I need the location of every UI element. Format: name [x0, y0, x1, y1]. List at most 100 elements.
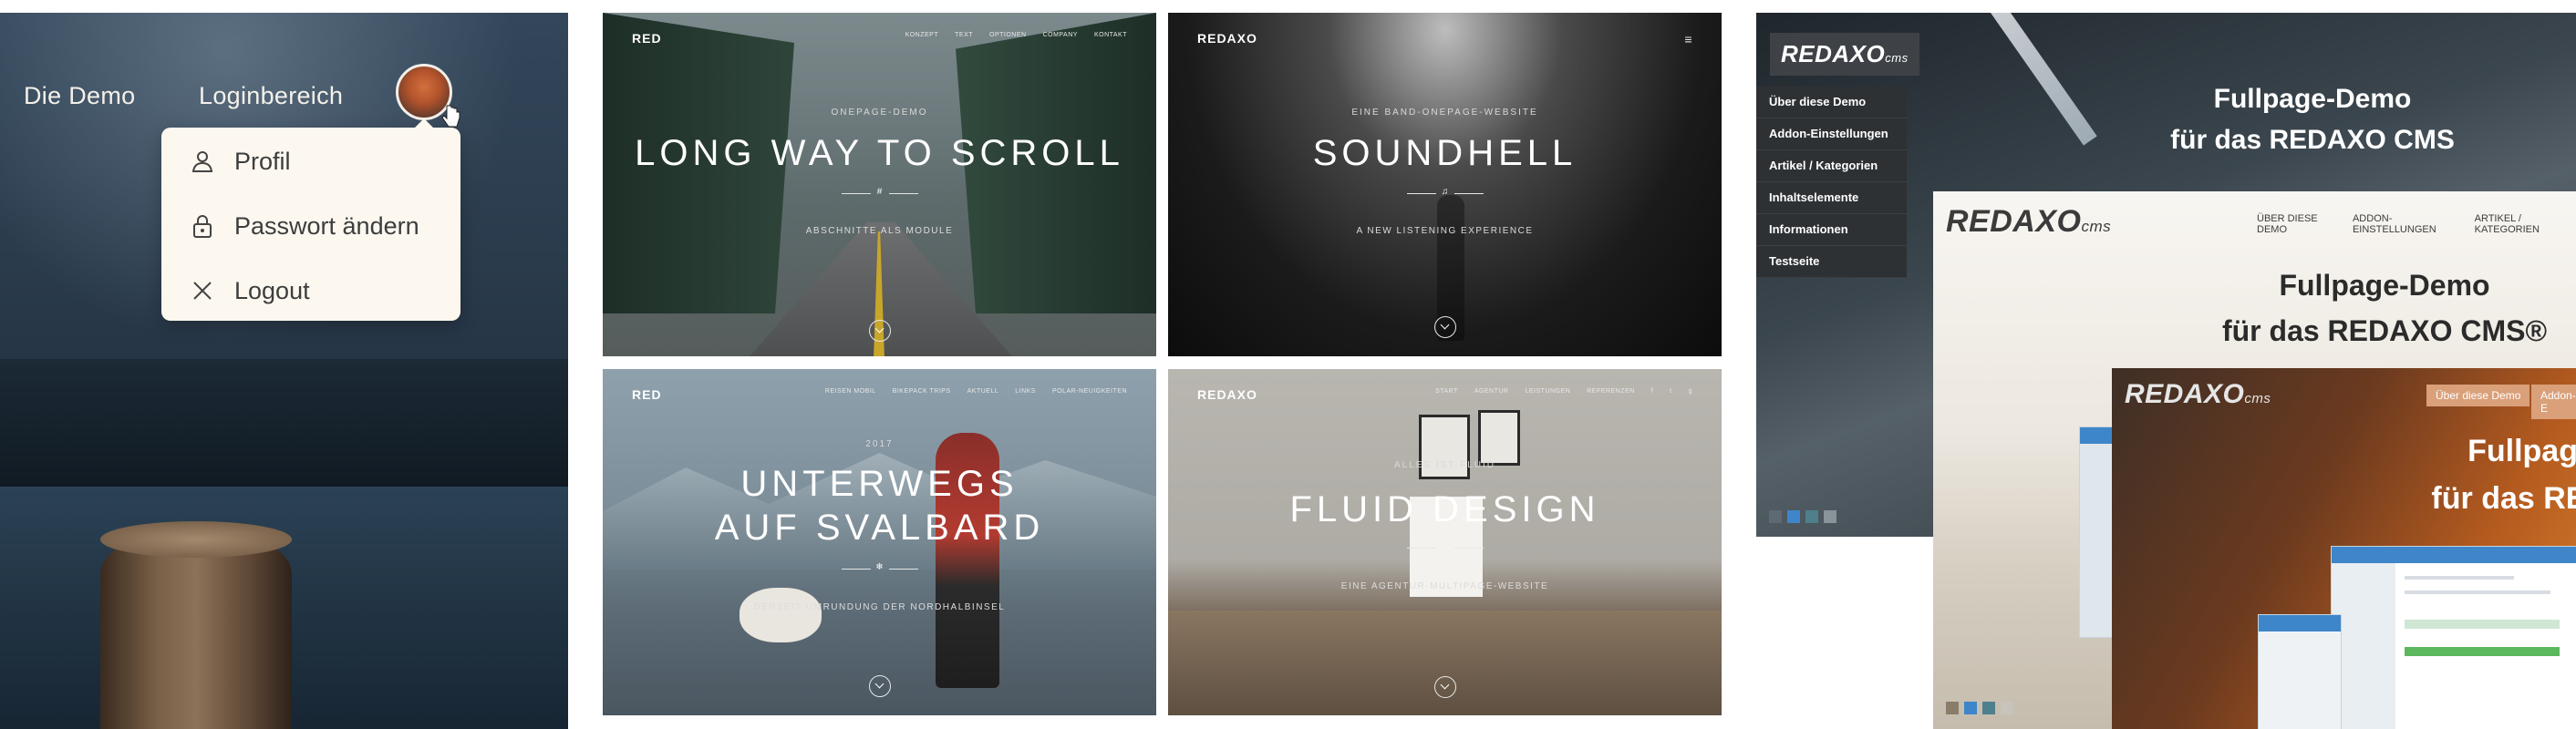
top-menu: REISEN MOBIL BIKEPACK TRIPS AKTUELL LINK… [825, 388, 1127, 395]
top-menu: ÜBER DIESE DEMO ADDON-EINSTELLUNGEN ARTI… [2257, 213, 2576, 235]
menu-link[interactable]: START [1435, 388, 1458, 395]
site-logo[interactable]: RED [632, 31, 662, 46]
menu-link[interactable]: REISEN MOBIL [825, 388, 876, 395]
fullpage-headline: Fullpage-Demo für das REDAXO CMS® [2221, 269, 2548, 347]
menu-link[interactable]: LINKS [1015, 388, 1036, 395]
color-swatches [1946, 702, 2013, 714]
menu-link[interactable]: COMPANY [1043, 32, 1078, 38]
wooden-post-top [100, 521, 292, 558]
top-menu: ≡ [1684, 32, 1692, 46]
hero-kicker: ALLES IST FLUID [1394, 460, 1495, 470]
redaxo-logo[interactable]: REDAXOcms [1770, 33, 1919, 76]
login-demo-panel: Die Demo Loginbereich [0, 13, 568, 729]
top-menu: START AGENTUR LEISTUNGEN REFERENZEN f t … [1435, 388, 1692, 395]
sidebar-item-addon-einstellungen[interactable]: Addon-Einstellungen [1756, 118, 1907, 150]
color-swatch[interactable] [1946, 702, 1959, 714]
scroll-down-icon[interactable] [868, 675, 891, 697]
backend-preview [2331, 546, 2576, 729]
nav-loginbereich[interactable]: Loginbereich [199, 82, 343, 110]
color-swatch[interactable] [1787, 510, 1800, 523]
hero-divider: # [841, 187, 918, 199]
menu-item-profil[interactable]: Profil [189, 143, 291, 180]
button-ueber-diese-demo[interactable]: Über diese Demo [2426, 385, 2530, 406]
screenshot-fluid-design[interactable]: REDAXO START AGENTUR LEISTUNGEN REFERENZ… [1168, 369, 1722, 715]
menu-link[interactable]: ÜBER DIESE DEMO [2257, 213, 2340, 235]
button-addon-einstellungen[interactable]: Addon-E [2531, 385, 2576, 419]
hero-kicker: EINE BAND-ONEPAGE-WEBSITE [1351, 108, 1538, 118]
color-swatch[interactable] [1769, 510, 1782, 523]
menu-link[interactable]: KONTAKT [1094, 32, 1127, 38]
scroll-down-icon[interactable] [1433, 676, 1456, 698]
menu-link[interactable]: TEXT [955, 32, 973, 38]
lock-icon [189, 212, 216, 240]
menu-link[interactable]: BIKEPACK TRIPS [893, 388, 951, 395]
site-logo[interactable]: RED [632, 387, 662, 402]
menu-link[interactable]: REFERENZEN [1587, 388, 1634, 395]
hero-title: UNTERWEGS AUF SVALBARD [714, 464, 1045, 548]
menu-link[interactable]: OPTIONEN [989, 32, 1027, 38]
color-swatch[interactable] [1982, 702, 1995, 714]
screenshot-unterwegs-auf-svalbard[interactable]: RED REISEN MOBIL BIKEPACK TRIPS AKTUELL … [603, 369, 1156, 715]
music-note-icon: ♫ [1441, 187, 1449, 197]
screenshot-soundhell[interactable]: REDAXO ≡ EINE BAND-ONEPAGE-WEBSITE SOUND… [1168, 13, 1722, 356]
hero-subtitle: ABSCHNITTE ALS MODULE [805, 226, 954, 236]
color-swatch[interactable] [1964, 702, 1977, 714]
sidebar-item-artikel-kategorien[interactable]: Artikel / Kategorien [1756, 150, 1907, 182]
menu-link[interactable]: AKTUELL [967, 388, 999, 395]
hero-subtitle: EINE AGENTUR-MULTIPAGE-WEBSITE [1340, 581, 1549, 591]
fullpage-headline: Fullpagefür das REDA [2431, 434, 2576, 516]
hero-divider: ♫ [1406, 187, 1484, 199]
tree-line [0, 359, 568, 505]
screenshot-long-way-to-scroll[interactable]: RED KONZEPT TEXT OPTIONEN COMPANY KONTAK… [603, 13, 1156, 356]
wooden-post [100, 532, 292, 729]
sidebar-item-testseite[interactable]: Testseite [1756, 246, 1907, 278]
menu-item-label: Logout [234, 276, 310, 304]
scroll-down-icon[interactable] [868, 320, 891, 342]
color-swatch[interactable] [1805, 510, 1818, 523]
menu-link[interactable]: ARTIKEL / KATEGORIEN [2475, 213, 2576, 235]
hero-title: LONG WAY TO SCROLL [635, 133, 1124, 173]
menu-link[interactable]: ADDON-EINSTELLUNGEN [2353, 213, 2462, 235]
sidebar-item-informationen[interactable]: Informationen [1756, 214, 1907, 246]
color-swatch[interactable] [1824, 510, 1836, 523]
redaxo-fullpage-collage: REDAXOcms Über diese Demo Addon-Einstell… [1756, 13, 2576, 729]
hero-divider: ❄ [841, 562, 918, 574]
twitter-icon[interactable]: t [1670, 388, 1671, 395]
snowflake-icon: ❄ [875, 562, 884, 572]
site-logo[interactable]: REDAXO [1197, 31, 1257, 46]
close-icon [189, 277, 216, 304]
wall-picture-frame [1478, 410, 1520, 466]
menu-item-passwort-aendern[interactable]: Passwort ändern [189, 208, 419, 244]
nav-die-demo[interactable]: Die Demo [24, 82, 135, 110]
wooden-table [1168, 611, 1722, 715]
redaxo-orange-screenshot: REDAXOcms Über diese Demo Addon-E Fullpa… [2112, 368, 2576, 729]
backend-preview [2258, 614, 2342, 729]
hero-subtitle: A NEW LISTENING EXPERIENCE [1356, 226, 1534, 236]
menu-item-logout[interactable]: Logout [189, 272, 310, 309]
hero-title: FLUID DESIGN [1289, 489, 1600, 529]
menu-link[interactable]: KONZEPT [905, 32, 939, 38]
redaxo-logo[interactable]: REDAXOcms [2125, 379, 2271, 410]
google-icon[interactable]: g [1689, 388, 1692, 395]
sidebar-item-inhaltselemente[interactable]: Inhaltselemente [1756, 182, 1907, 214]
redaxo-logo[interactable]: REDAXOcms [1946, 204, 2111, 240]
scroll-down-icon[interactable] [1433, 316, 1456, 338]
hero-title: SOUNDHELL [1312, 133, 1578, 173]
redaxo-sidebar-menu: Über diese Demo Addon-Einstellungen Arti… [1756, 87, 1907, 278]
hero-subtitle: DERZEIT UMRUNDUNG DER NORDHALBINSEL [753, 602, 1006, 612]
menu-item-label: Passwort ändern [234, 211, 419, 240]
menu-link[interactable]: POLAR-NEUIGKEITEN [1052, 388, 1127, 395]
hamburger-menu-icon[interactable]: ≡ [1684, 32, 1692, 46]
color-swatches [1769, 510, 1836, 523]
menu-link[interactable]: LEISTUNGEN [1526, 388, 1571, 395]
color-swatch[interactable] [2001, 702, 2013, 714]
hero-kicker: 2017 [865, 439, 894, 449]
top-menu: KONZEPT TEXT OPTIONEN COMPANY KONTAKT [905, 32, 1127, 38]
menu-link[interactable]: AGENTUR [1474, 388, 1509, 395]
fullpage-headline: Fullpage-Demo für das REDAXO CMS [2170, 84, 2455, 155]
sidebar-item-ueber-diese-demo[interactable]: Über diese Demo [1756, 87, 1907, 118]
menu-item-label: Profil [234, 147, 291, 175]
site-logo[interactable]: REDAXO [1197, 387, 1257, 402]
facebook-icon[interactable]: f [1651, 388, 1653, 395]
hero-kicker: ONEPAGE-DEMO [831, 108, 928, 118]
